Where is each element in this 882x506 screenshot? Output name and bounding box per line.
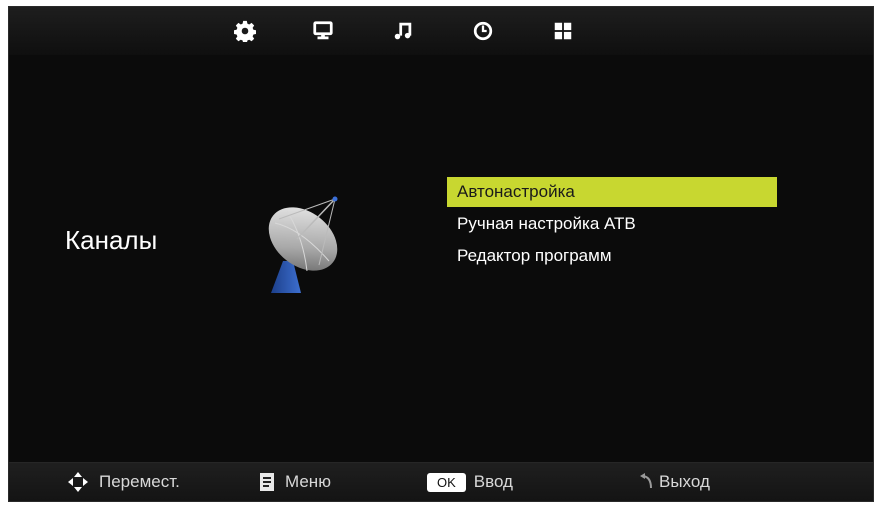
clock-icon xyxy=(473,21,493,41)
hint-menu-label: Меню xyxy=(285,472,331,491)
menu-item-program-editor[interactable]: Редактор программ xyxy=(447,241,777,271)
tab-time[interactable] xyxy=(469,17,497,45)
music-note-icon xyxy=(394,22,412,40)
hint-move-label: Перемест. xyxy=(99,472,180,491)
hint-enter: OK Ввод xyxy=(427,463,513,501)
menu-item-label: Автонастройка xyxy=(457,182,575,201)
tab-options[interactable] xyxy=(549,17,577,45)
tv-menu-screen: Каналы Автонастройка Ручная настройка АТ… xyxy=(8,6,874,502)
menu-item-label: Ручная настройка АТВ xyxy=(457,214,636,233)
return-icon xyxy=(639,473,655,491)
tab-sound[interactable] xyxy=(389,17,417,45)
menu-icon xyxy=(259,472,275,492)
top-tab-bar xyxy=(9,7,873,55)
directional-pad-icon xyxy=(67,471,89,493)
tab-picture[interactable] xyxy=(309,17,337,45)
monitor-icon xyxy=(313,21,333,40)
hint-exit: Выход xyxy=(639,463,710,501)
menu-item-auto-tuning[interactable]: Автонастройка xyxy=(447,177,777,207)
ok-key-badge: OK xyxy=(427,472,466,492)
hint-exit-label: Выход xyxy=(659,472,710,491)
footer-hint-bar: Перемест. Меню OK Ввод Выход xyxy=(9,462,873,501)
hint-move: Перемест. xyxy=(67,463,180,501)
menu-item-manual-atv-tuning[interactable]: Ручная настройка АТВ xyxy=(447,209,777,239)
hint-menu: Меню xyxy=(259,463,331,501)
section-title: Каналы xyxy=(65,225,158,255)
grid-icon xyxy=(554,22,572,40)
hint-enter-label: Ввод xyxy=(473,472,513,491)
satellite-dish-icon xyxy=(268,196,338,293)
menu-item-label: Редактор программ xyxy=(457,246,612,265)
tab-settings[interactable] xyxy=(231,17,259,45)
gear-icon xyxy=(234,20,256,42)
